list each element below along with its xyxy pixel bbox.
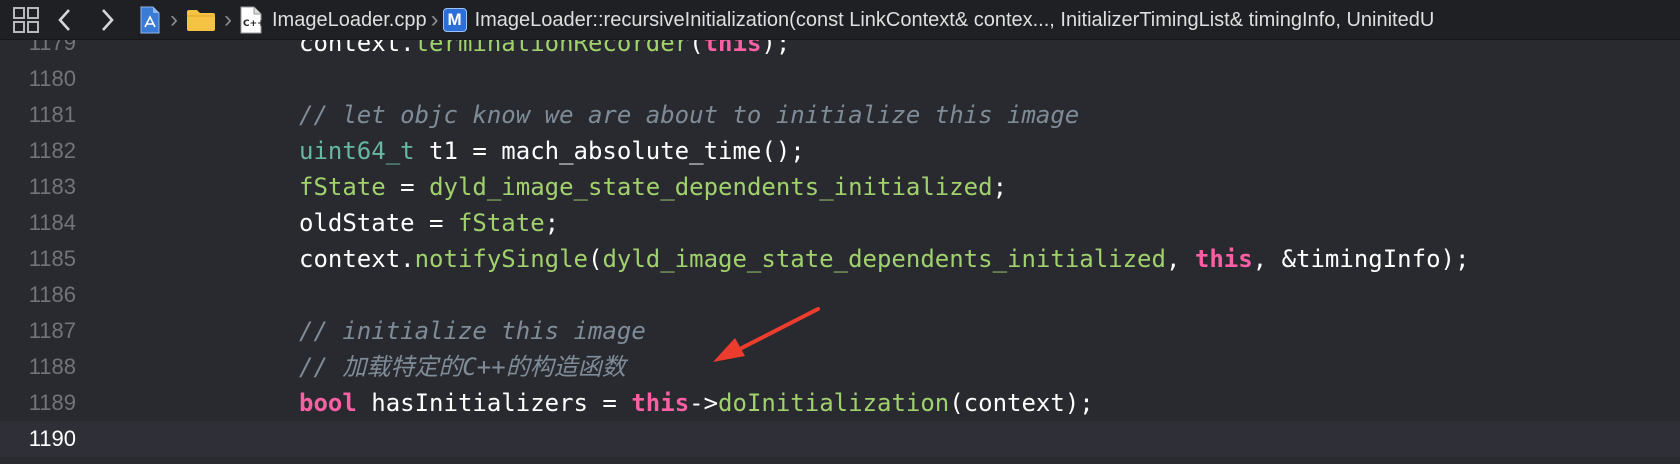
svg-text:C++: C++ [243,19,262,29]
related-items-button[interactable] [0,0,44,39]
line-number: 1182 [28,138,76,163]
code-text: fState = dyld_image_state_dependents_ini… [299,169,1007,205]
line-number: 1190 [28,426,76,451]
code-token: t1 = mach_absolute_time(); [414,137,805,165]
code-token: 加载特定的 [342,353,463,381]
code-token: oldState = [299,209,458,237]
code-token: this [1194,245,1253,273]
code-token: terminationRecorder [414,40,690,57]
code-token: this [703,40,762,57]
code-line[interactable]: 1184 oldState = fState; [0,205,1680,241]
code-token: context. [299,40,415,57]
breadcrumb-folder[interactable] [186,0,216,39]
breadcrumb-file[interactable]: C++ [240,0,262,39]
code-token: 的构造函数 [505,353,626,381]
line-number: 1187 [28,318,76,343]
code-line[interactable]: 1180 [0,61,1680,97]
code-token: ( [587,245,603,273]
code-line[interactable]: 1187 // initialize this image [0,313,1680,349]
line-number: 1184 [28,210,76,235]
back-button[interactable] [44,0,86,39]
back-chevron-icon [58,8,70,31]
project-icon [140,6,160,33]
code-text: // let objc know we are about to initial… [299,97,1079,133]
code-token: -> [689,389,719,417]
code-line[interactable]: 1189 bool hasInitializers = this->doIniti… [0,385,1680,421]
code-editor[interactable]: 1179 context.terminationRecorder(this); 11… [0,40,1680,464]
code-line[interactable]: 1185 context.notifySingle(dyld_image_stat… [0,241,1680,277]
code-token: this [631,389,690,417]
code-text: context.terminationRecorder(this); [299,40,790,61]
forward-button[interactable] [86,0,128,39]
code-token: ( [689,40,704,57]
code-token: uint64_t [299,137,415,165]
code-token: ; [544,209,560,237]
code-line[interactable]: 1179 context.terminationRecorder(this); [0,40,1680,61]
code-text: oldState = fState; [299,205,559,241]
breadcrumb-separator: › [430,5,439,33]
breadcrumb-separator: › [224,5,232,33]
breadcrumb-separator: › [170,5,178,33]
line-number: 1179 [28,40,76,55]
code-token: = [385,173,430,201]
line-number: 1183 [28,174,76,199]
breadcrumb-project[interactable] [138,0,162,39]
code-token: dyld_image_state_dependents_initialized [429,173,993,201]
code-line[interactable]: 1186 [0,277,1680,313]
code-token: dyld_image_state_dependents_initialized [602,245,1166,273]
jump-bar: › › C++ ImageLoader.cpp › M ImageLoader:… [0,0,1680,40]
code-line[interactable]: 1183 fState = dyld_image_state_dependents… [0,169,1680,205]
folder-icon [187,9,215,31]
method-icon: M [442,7,467,32]
code-text: bool hasInitializers = this->doInitializ… [299,385,1094,421]
code-text: // 加载特定的C++的构造函数 [299,349,626,385]
code-text: uint64_t t1 = mach_absolute_time(); [299,133,805,169]
code-token: // [299,353,343,381]
code-token: fState [457,209,545,237]
code-line[interactable]: 1190 [0,421,1680,457]
line-number: 1189 [28,390,76,415]
code-token: // initialize this image [299,317,646,345]
code-token: notifySingle [414,245,588,273]
code-token: doInitialization [718,389,950,417]
grid-icon [13,6,39,33]
code-token: (context); [949,389,1094,417]
line-number: 1185 [28,246,76,271]
code-token: , &timingInfo); [1252,245,1470,273]
code-token: ; [992,173,1008,201]
code-token: // let objc know we are about to initial… [299,101,1080,129]
cpp-file-icon: C++ [240,6,262,33]
code-token: fState [299,173,386,201]
code-token: bool [299,389,357,417]
line-number: 1186 [28,282,76,307]
forward-chevron-icon [102,8,114,31]
line-number: 1181 [28,102,76,127]
code-token: C++ [462,353,506,381]
code-token: hasInitializers = [356,389,632,417]
file-name[interactable]: ImageLoader.cpp [272,0,427,39]
code-line[interactable]: 1182 uint64_t t1 = mach_absolute_time(); [0,133,1680,169]
code-line[interactable]: 1188 // 加载特定的C++的构造函数 [0,349,1680,385]
line-number: 1188 [28,354,76,379]
code-line[interactable]: 1181 // let objc know we are about to ini… [0,97,1680,133]
code-text: context.notifySingle(dyld_image_state_de… [299,241,1469,277]
code-token: context. [299,245,415,273]
code-token: , [1165,245,1195,273]
method-signature[interactable]: ImageLoader::recursiveInitialization(con… [475,0,1435,39]
line-number: 1180 [28,66,76,91]
code-text: // initialize this image [299,313,646,349]
code-token: ); [761,40,791,57]
